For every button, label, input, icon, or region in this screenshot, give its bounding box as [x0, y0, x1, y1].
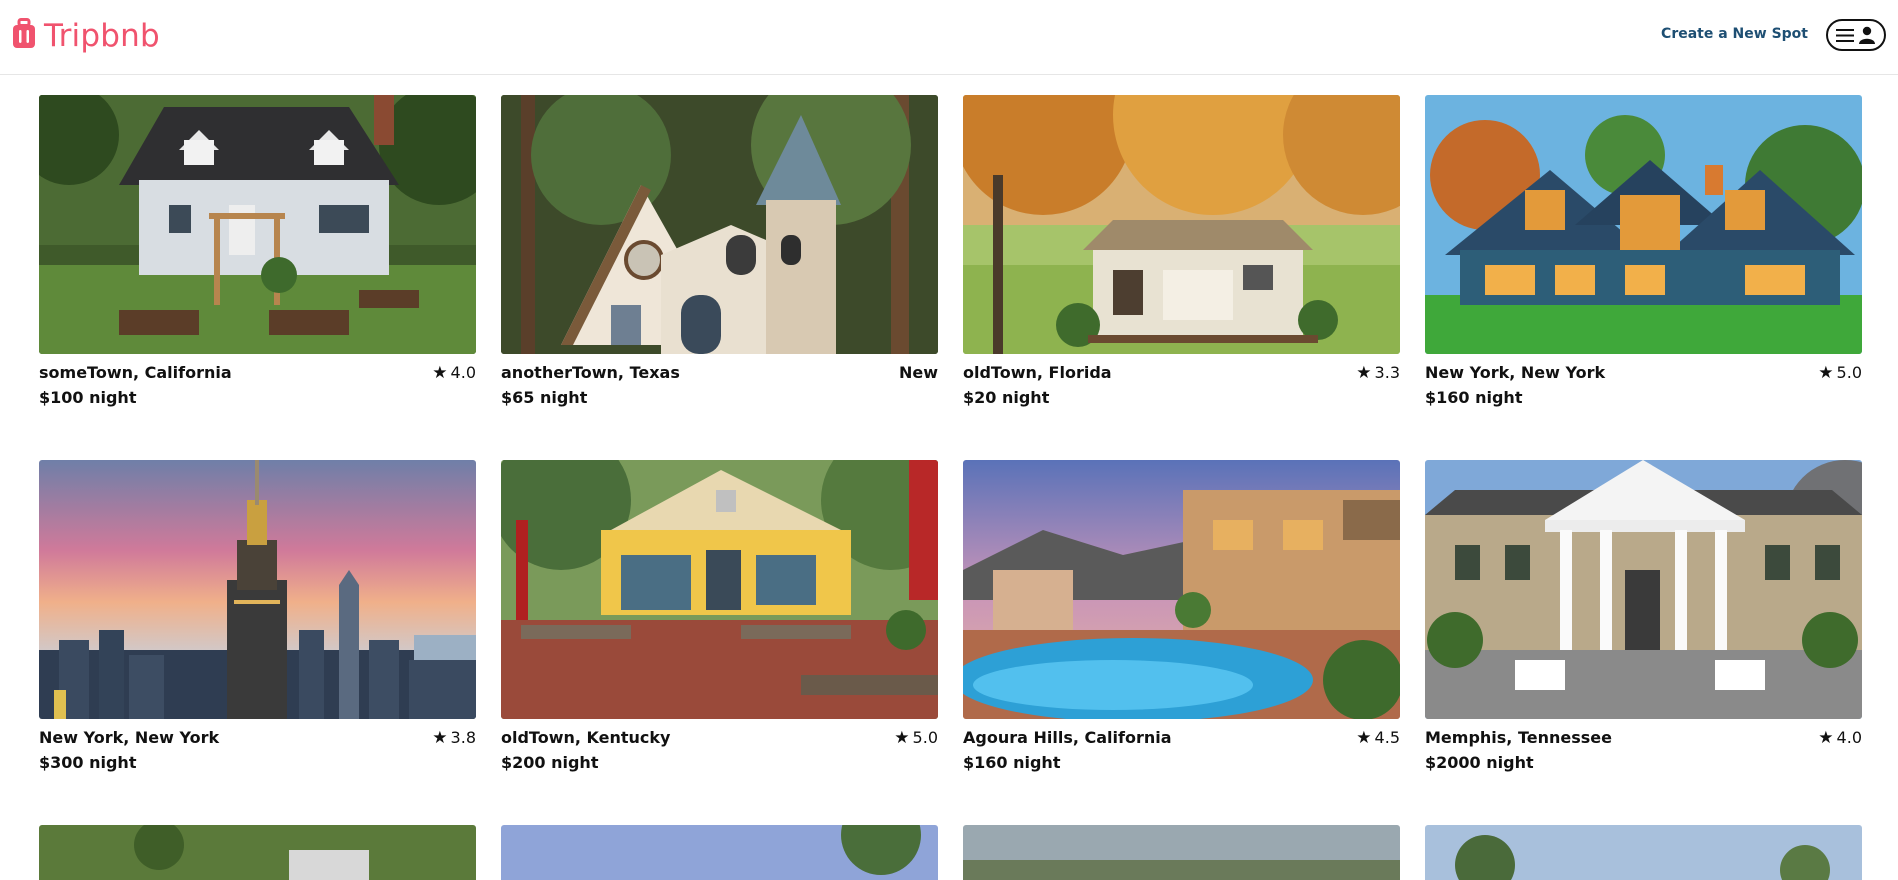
spot-image[interactable]	[39, 460, 476, 719]
spots-grid-partial-row	[39, 825, 1863, 880]
rating-value: 4.0	[1836, 728, 1862, 747]
spot-price: $160 night	[1425, 388, 1523, 407]
spot-price: $20 night	[963, 388, 1050, 407]
home-logo-link[interactable]: Tripbnb	[12, 16, 160, 56]
hamburger-menu-icon	[1836, 28, 1854, 42]
spot-price: $200 night	[501, 753, 599, 772]
spot-location: New York, New York	[1425, 363, 1606, 382]
rating-value: 3.8	[450, 728, 476, 747]
user-icon	[1859, 26, 1875, 44]
spot-price: $65 night	[501, 388, 588, 407]
star-icon: ★	[1818, 363, 1834, 383]
spot-location: oldTown, Florida	[963, 363, 1112, 382]
spot-rating: ★ 3.3	[1356, 363, 1400, 383]
spot-card[interactable]: oldTown, Kentucky ★ 5.0 $200 night	[501, 460, 938, 781]
spot-location: someTown, California	[39, 363, 232, 382]
spot-rating: ★ 4.5	[1356, 728, 1400, 748]
spot-location: Memphis, Tennessee	[1425, 728, 1612, 747]
spot-image[interactable]	[1425, 460, 1862, 719]
spot-info-row: New York, New York ★ 3.8	[39, 728, 476, 748]
create-new-spot-link[interactable]: Create a New Spot	[1661, 26, 1808, 42]
spots-grid: someTown, California ★ 4.0 $100 night an…	[39, 95, 1863, 781]
spot-price: $100 night	[39, 388, 137, 407]
spot-info-row: Agoura Hills, California ★ 4.5	[963, 728, 1400, 748]
spot-image[interactable]	[963, 460, 1400, 719]
spot-image[interactable]	[39, 95, 476, 354]
rating-value: 4.5	[1374, 728, 1400, 747]
spot-rating: ★ 5.0	[894, 728, 938, 748]
star-icon: ★	[894, 728, 910, 748]
spot-image[interactable]	[1425, 825, 1862, 880]
spot-rating: ★ 4.0	[1818, 728, 1862, 748]
spot-image[interactable]	[963, 825, 1400, 880]
spot-info-row: anotherTown, Texas New	[501, 363, 938, 383]
spot-info-row: Memphis, Tennessee ★ 4.0	[1425, 728, 1862, 748]
spot-info-row: New York, New York ★ 5.0	[1425, 363, 1862, 383]
spot-card[interactable]: oldTown, Florida ★ 3.3 $20 night	[963, 95, 1400, 416]
rating-value: 5.0	[912, 728, 938, 747]
spot-price: $2000 night	[1425, 753, 1534, 772]
spot-location: oldTown, Kentucky	[501, 728, 671, 747]
spot-card[interactable]: New York, New York ★ 3.8 $300 night	[39, 460, 476, 781]
spot-image[interactable]	[501, 825, 938, 880]
top-navigation-bar: Tripbnb Create a New Spot	[0, 0, 1898, 75]
star-icon: ★	[432, 363, 448, 383]
brand-name: Tripbnb	[44, 18, 160, 54]
spot-rating: ★ 5.0	[1818, 363, 1862, 383]
spot-location: anotherTown, Texas	[501, 363, 680, 382]
rating-value: 4.0	[450, 363, 476, 382]
spot-info-row: someTown, California ★ 4.0	[39, 363, 476, 383]
spot-rating: ★ 3.8	[432, 728, 476, 748]
spot-location: New York, New York	[39, 728, 220, 747]
spot-info-row: oldTown, Kentucky ★ 5.0	[501, 728, 938, 748]
spot-image[interactable]	[501, 460, 938, 719]
spot-image[interactable]	[963, 95, 1400, 354]
star-icon: ★	[1356, 728, 1372, 748]
spot-rating: New	[899, 363, 938, 383]
profile-menu-button[interactable]	[1826, 19, 1886, 51]
spot-card[interactable]: someTown, California ★ 4.0 $100 night	[39, 95, 476, 416]
spot-image[interactable]	[39, 825, 476, 880]
luggage-icon	[12, 18, 36, 54]
rating-value: 5.0	[1836, 363, 1862, 382]
spot-card[interactable]: Agoura Hills, California ★ 4.5 $160 nigh…	[963, 460, 1400, 781]
spot-card[interactable]: Memphis, Tennessee ★ 4.0 $2000 night	[1425, 460, 1862, 781]
rating-value: New	[898, 363, 938, 382]
spot-image[interactable]	[1425, 95, 1862, 354]
spot-card[interactable]: New York, New York ★ 5.0 $160 night	[1425, 95, 1862, 416]
spot-card[interactable]: anotherTown, Texas New $65 night	[501, 95, 938, 416]
star-icon: ★	[432, 728, 448, 748]
spot-info-row: oldTown, Florida ★ 3.3	[963, 363, 1400, 383]
spot-image[interactable]	[501, 95, 938, 354]
spot-rating: ★ 4.0	[432, 363, 476, 383]
rating-value: 3.3	[1374, 363, 1400, 382]
star-icon: ★	[1356, 363, 1372, 383]
spot-location: Agoura Hills, California	[963, 728, 1172, 747]
star-icon: ★	[1818, 728, 1834, 748]
spot-price: $300 night	[39, 753, 137, 772]
spot-price: $160 night	[963, 753, 1061, 772]
